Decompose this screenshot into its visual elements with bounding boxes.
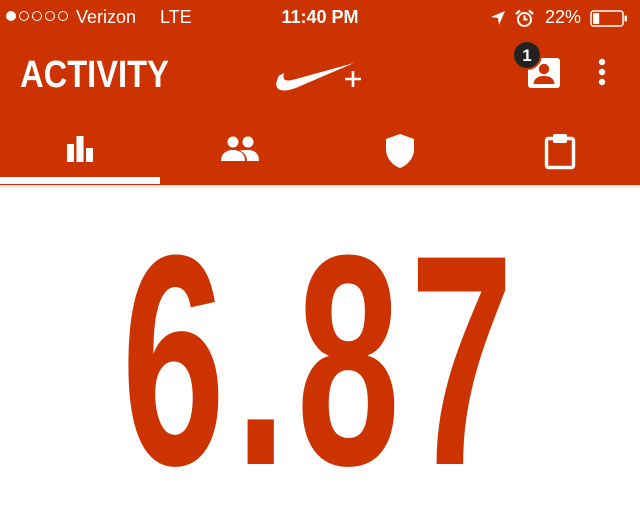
tab-friends[interactable] <box>160 112 320 184</box>
header-shadow <box>0 185 640 189</box>
battery-percent: 22% <box>545 7 582 27</box>
tab-coaching[interactable] <box>480 112 640 184</box>
selected-tab-indicator <box>0 177 160 184</box>
nike-plus-logo <box>276 54 368 99</box>
people-icon <box>221 136 259 161</box>
tab-activity[interactable] <box>0 112 160 184</box>
more-options-button[interactable] <box>592 56 612 90</box>
clipboard-icon <box>544 134 576 170</box>
shield-icon <box>386 134 414 168</box>
location-arrow-icon <box>490 10 506 31</box>
app-header: Verizon LTE 11:40 PM 22% ACTIVITY 1 <box>0 0 640 185</box>
more-vertical-icon <box>598 58 606 86</box>
alarm-icon <box>515 9 534 33</box>
battery-icon <box>590 10 628 27</box>
total-distance: 6.87 <box>121 192 524 528</box>
status-time: 11:40 PM <box>281 7 359 27</box>
page-title: ACTIVITY <box>20 54 169 96</box>
notification-badge: 1 <box>512 40 542 70</box>
status-bar: Verizon LTE 11:40 PM 22% <box>0 0 640 36</box>
bar-chart-icon <box>67 136 93 162</box>
tab-achievements[interactable] <box>320 112 480 184</box>
